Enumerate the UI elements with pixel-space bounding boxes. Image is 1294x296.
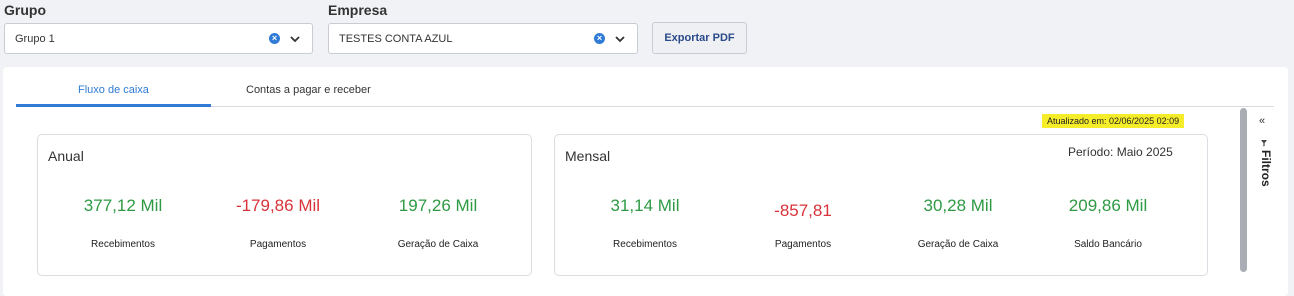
double-chevron-left-icon[interactable]: « (1259, 115, 1265, 127)
mensal-saldo-label: Saldo Bancário (1074, 239, 1142, 250)
clear-icon[interactable]: × (269, 33, 280, 44)
mensal-period: Período: Maio 2025 (1068, 145, 1173, 159)
grupo-select-value: Grupo 1 (15, 32, 55, 45)
mensal-card: Mensal Período: Maio 2025 31,14 Mil Rece… (554, 134, 1208, 276)
anual-recebimentos-label: Recebimentos (91, 239, 155, 250)
anual-geracao-label: Geração de Caixa (397, 239, 479, 250)
export-pdf-button[interactable]: Exportar PDF (652, 22, 747, 54)
grupo-label: Grupo (4, 2, 46, 18)
filter-icon (1261, 140, 1267, 147)
mensal-recebimentos-value: 31,14 Mil (610, 196, 680, 215)
anual-recebimentos-value: 377,12 Mil (83, 196, 163, 215)
anual-pagamentos-label: Pagamentos (249, 239, 307, 250)
empresa-select-value: TESTES CONTA AZUL (339, 32, 453, 45)
scrollbar[interactable] (1240, 108, 1247, 272)
updated-at-badge: Atualizado em: 02/06/2025 02:09 (1042, 114, 1185, 128)
empresa-label: Empresa (328, 2, 388, 18)
anual-pagamentos-value: -179,86 Mil (235, 196, 321, 215)
chevron-down-icon[interactable] (613, 32, 627, 46)
anual-geracao-value: 197,26 Mil (398, 196, 478, 215)
grupo-select[interactable]: Grupo 1 × (4, 23, 313, 54)
anual-card: Anual 377,12 Mil Recebimentos -179,86 Mi… (37, 134, 532, 276)
chevron-down-icon[interactable] (288, 32, 302, 46)
mensal-title: Mensal (565, 148, 611, 164)
tab-contas-a-pagar-e-receber[interactable]: Contas a pagar e receber (246, 84, 371, 96)
empresa-select[interactable]: TESTES CONTA AZUL × (328, 23, 638, 54)
mensal-saldo-value: 209,86 Mil (1068, 196, 1148, 215)
mensal-pagamentos-value: -857,81 (774, 201, 832, 220)
mensal-geracao-value: 30,28 Mil (923, 196, 993, 215)
mensal-pagamentos-label: Pagamentos (774, 239, 832, 250)
mensal-geracao-label: Geração de Caixa (917, 239, 999, 250)
clear-icon[interactable]: × (594, 33, 605, 44)
mensal-recebimentos-label: Recebimentos (613, 239, 677, 250)
tab-fluxo-de-caixa[interactable]: Fluxo de caixa (78, 84, 149, 96)
anual-title: Anual (48, 148, 84, 164)
filtros-label[interactable]: Filtros (1253, 150, 1273, 200)
active-tab-indicator (16, 104, 211, 107)
